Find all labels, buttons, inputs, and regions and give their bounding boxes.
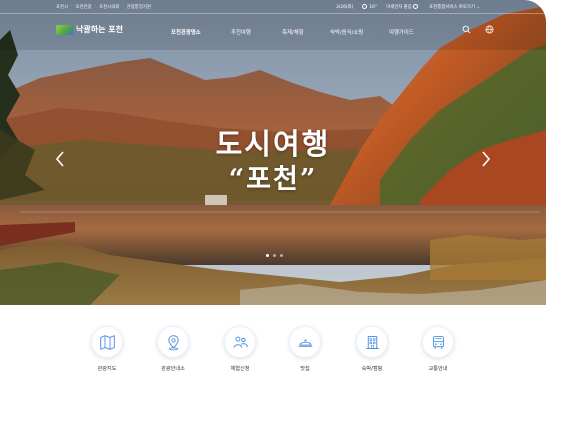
quick-icon-circle (356, 326, 388, 358)
weather-temp: 16° (369, 5, 378, 10)
logo-text: 낙괄하는 포천 (76, 25, 123, 34)
hero-banner: 포천시 · 포천관광 · 포천시의회 · 관광통일지원 3/26(화) 16° … (0, 0, 546, 305)
quick-menu-label: 체험신청 (230, 366, 250, 372)
site-menu-label: 포천통합서비스 바로가기 (429, 5, 476, 10)
quick-menu-transport[interactable]: 교통안내 (408, 326, 468, 372)
globe-icon[interactable] (485, 25, 494, 34)
air-quality-info: 미세먼지 좋음 (386, 4, 420, 10)
location-pin-icon (167, 334, 179, 350)
quick-menu-label: 관광안내소 (161, 366, 185, 372)
nav-item-travel-guide[interactable]: 여행가이드 (389, 28, 414, 36)
quick-menu-experience[interactable]: 체험신청 (210, 326, 270, 372)
slide-dot-3[interactable] (280, 254, 283, 257)
quick-menu-tour-map[interactable]: 관광지도 (77, 326, 137, 372)
quick-icon-circle (289, 326, 321, 358)
date-text: 3/26(화) (336, 5, 354, 10)
slide-indicators (266, 254, 283, 257)
map-icon (99, 334, 115, 350)
face-icon (413, 4, 419, 9)
next-slide-arrow-icon[interactable] (481, 150, 491, 168)
hero-title-line2: “포천” (228, 164, 318, 195)
quick-menu-label: 숙박/캠핑 (361, 366, 383, 372)
bus-icon (432, 335, 444, 349)
quick-icon-circle (422, 326, 454, 358)
util-link-pocheon-city[interactable]: 포천시 (56, 4, 68, 10)
building-icon (365, 335, 379, 349)
air-quality-text: 미세먼지 좋음 (386, 5, 412, 10)
util-link-tourism[interactable]: 포천관광 (76, 4, 92, 10)
sun-icon (362, 4, 368, 9)
separator: · (71, 4, 73, 9)
main-navigation: 포천관광명소 추천여행 축제/체험 숙박/음식/쇼핑 여행가이드 (171, 28, 414, 36)
utility-bar: 포천시 · 포천관광 · 포천시의회 · 관광통일지원 3/26(화) 16° … (0, 0, 546, 14)
hero-title-line1: 도시여행 (215, 127, 331, 161)
nav-item-festival[interactable]: 축제/체험 (282, 28, 330, 36)
weather-info: 16° (362, 4, 377, 10)
prev-slide-arrow-icon[interactable] (55, 150, 65, 168)
people-icon (233, 336, 248, 348)
main-header: 낙괄하는 포천 포천관광명소 추천여행 축제/체험 숙박/음식/쇼핑 여행가이드 (0, 14, 546, 50)
quick-menu: 관광지도 관광안내소 체험신청 맛집 숙박/캠핑 교통안내 (77, 326, 477, 386)
quick-icon-circle (224, 326, 256, 358)
quick-icon-circle (91, 326, 123, 358)
nav-item-attractions[interactable]: 포천관광명소 (171, 28, 231, 36)
separator: · (122, 4, 124, 9)
dish-cloche-icon (298, 338, 312, 347)
quick-menu-info-center[interactable]: 관광안내소 (143, 326, 203, 372)
chevron-down-icon: ⌄ (476, 5, 481, 10)
header-icons (462, 25, 494, 34)
utility-info: 3/26(화) 16° 미세먼지 좋음 포천통합서비스 바로가기 ⌄ (336, 4, 480, 10)
quick-menu-stay-camping[interactable]: 숙박/캠핑 (342, 326, 402, 372)
util-link-support[interactable]: 관광통일지원 (127, 4, 151, 10)
site-menu-dropdown[interactable]: 포천통합서비스 바로가기 ⌄ (429, 4, 480, 10)
page: 포천시 · 포천관광 · 포천시의회 · 관광통일지원 3/26(화) 16° … (0, 0, 561, 422)
logo-mark-icon (56, 24, 73, 35)
site-logo[interactable]: 낙괄하는 포천 (56, 24, 123, 35)
utility-links: 포천시 · 포천관광 · 포천시의회 · 관광통일지원 (56, 4, 151, 10)
util-link-council[interactable]: 포천시의회 (99, 4, 119, 10)
search-icon[interactable] (462, 25, 471, 34)
hero-title: 도시여행 “포천” (0, 126, 546, 198)
separator: · (94, 4, 97, 9)
quick-menu-restaurants[interactable]: 맛집 (275, 326, 335, 372)
slide-dot-1[interactable] (266, 254, 269, 257)
slide-dot-2[interactable] (273, 254, 276, 257)
quick-menu-label: 교통안내 (428, 366, 448, 372)
quick-menu-label: 관광지도 (97, 366, 117, 372)
quick-icon-circle (157, 326, 189, 358)
nav-item-stay-food-shopping[interactable]: 숙박/음식/쇼핑 (330, 28, 389, 36)
nav-item-recommended-travel[interactable]: 추천여행 (231, 28, 282, 36)
quick-menu-label: 맛집 (300, 366, 310, 372)
